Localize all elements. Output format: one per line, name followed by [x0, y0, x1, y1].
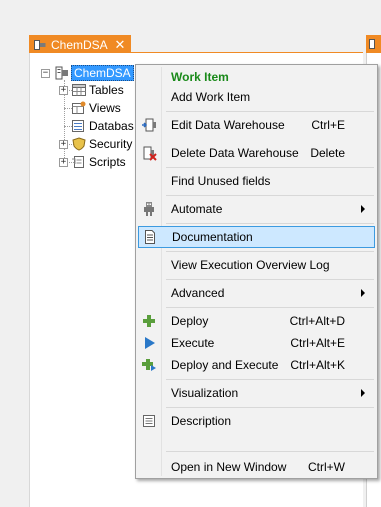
menu-item-label: Execute	[171, 336, 215, 350]
menu-item-find-unused-fields[interactable]: Find Unused fields	[138, 170, 375, 192]
database-icon	[71, 119, 87, 133]
menu-item-view-execution-overview-log[interactable]: View Execution Overview Log	[138, 254, 375, 276]
close-icon[interactable]: ✕	[113, 37, 127, 53]
menu-separator	[166, 251, 374, 252]
menu-separator	[166, 307, 374, 308]
menu-item-documentation[interactable]: Documentation	[138, 226, 375, 248]
tree-item-database[interactable]: Databas	[71, 118, 134, 134]
deploy-icon	[138, 310, 160, 332]
tree-item-label: Tables	[89, 83, 124, 97]
menu-item-label: Find Unused fields	[171, 174, 271, 188]
tree-item-tables[interactable]: + Tables	[59, 82, 124, 98]
menu-header-work-item: Work Item	[138, 66, 375, 88]
menu-item-description[interactable]: Description	[138, 410, 375, 432]
menu-separator	[166, 195, 374, 196]
deploy-execute-icon	[138, 354, 160, 376]
description-icon	[138, 410, 160, 432]
tree-item-label: Scripts	[89, 155, 126, 169]
database-model-icon	[34, 39, 46, 51]
database-model-icon	[369, 39, 375, 49]
menu-item-add-work-item[interactable]: Add Work Item	[138, 86, 375, 108]
document-icon	[139, 226, 161, 248]
menu-item-deploy[interactable]: Deploy Ctrl+Alt+D	[138, 310, 375, 332]
menu-item-advanced[interactable]: Advanced	[138, 282, 375, 304]
menu-item-deploy-and-execute[interactable]: Deploy and Execute Ctrl+Alt+K	[138, 354, 375, 376]
menu-item-open-in-new-window[interactable]: Open in New Window Ctrl+W	[138, 456, 375, 478]
menu-item-shortcut: Ctrl+Alt+K	[290, 358, 345, 372]
expand-icon[interactable]: +	[59, 139, 68, 149]
menu-item-shortcut: Ctrl+W	[308, 460, 345, 474]
menu-item-label: Add Work Item	[171, 90, 251, 104]
view-icon	[71, 101, 87, 115]
right-pane-tab[interactable]	[366, 35, 381, 54]
tab-title: ChemDSA	[51, 37, 108, 52]
app-window: ChemDSA ✕ − ChemDSA + Tables Views Datab…	[0, 0, 381, 507]
menu-item-execute[interactable]: Execute Ctrl+Alt+E	[138, 332, 375, 354]
menu-separator	[166, 279, 374, 280]
menu-item-edit-data-warehouse[interactable]: Edit Data Warehouse Ctrl+E	[138, 114, 375, 136]
submenu-arrow-icon	[361, 389, 365, 397]
expand-icon[interactable]: +	[59, 85, 68, 95]
database-model-icon	[53, 66, 69, 80]
context-menu: Work Item Add Work Item Edit Data Wareho…	[135, 64, 378, 479]
menu-item-label: View Execution Overview Log	[171, 258, 330, 272]
tree-item-scripts[interactable]: + Scripts	[59, 154, 126, 170]
menu-item-shortcut: Ctrl+E	[311, 118, 345, 132]
menu-separator	[166, 407, 374, 408]
tree-item-label: Views	[89, 101, 121, 115]
menu-item-label: Description	[171, 414, 232, 428]
edit-warehouse-icon	[138, 114, 160, 136]
menu-item-label: Documentation	[172, 230, 253, 244]
robot-icon	[138, 198, 160, 220]
tree-root-label: ChemDSA	[71, 65, 134, 81]
tree-item-label: Security	[89, 137, 133, 151]
menu-separator	[166, 167, 374, 168]
submenu-arrow-icon	[361, 205, 365, 213]
tree-item-security[interactable]: + Security	[59, 136, 132, 152]
menu-item-shortcut: Delete	[310, 146, 345, 160]
menu-item-label: Deploy and Execute	[171, 358, 279, 372]
menu-item-visualization[interactable]: Visualization	[138, 382, 375, 404]
collapse-icon[interactable]: −	[41, 68, 50, 78]
menu-header-label: Work Item	[171, 70, 229, 84]
tree-item-label: Databas	[89, 119, 134, 133]
menu-separator	[166, 451, 374, 452]
menu-item-label: Advanced	[171, 286, 225, 300]
menu-separator	[166, 111, 374, 112]
play-icon	[138, 332, 160, 354]
shield-icon	[71, 137, 87, 151]
script-icon	[71, 155, 87, 169]
menu-item-shortcut: Ctrl+Alt+D	[289, 314, 345, 328]
menu-item-automate[interactable]: Automate	[138, 198, 375, 220]
delete-warehouse-icon	[138, 142, 160, 164]
menu-separator	[166, 223, 374, 224]
submenu-arrow-icon	[361, 289, 365, 297]
expand-icon[interactable]: +	[59, 157, 68, 167]
menu-item-label: Visualization	[171, 386, 239, 400]
menu-item-label: Automate	[171, 202, 223, 216]
menu-item-label: Delete Data Warehouse	[171, 146, 299, 160]
menu-item-label: Deploy	[171, 314, 209, 328]
menu-item-delete-data-warehouse[interactable]: Delete Data Warehouse Delete	[138, 142, 375, 164]
menu-item-shortcut: Ctrl+Alt+E	[290, 336, 345, 350]
table-icon	[71, 83, 87, 97]
menu-item-label: Open in New Window	[171, 460, 287, 474]
tree-root-chemdsa[interactable]: − ChemDSA	[41, 65, 134, 81]
tree-item-views[interactable]: Views	[71, 100, 121, 116]
menu-separator	[166, 379, 374, 380]
menu-item-label: Edit Data Warehouse	[171, 118, 285, 132]
